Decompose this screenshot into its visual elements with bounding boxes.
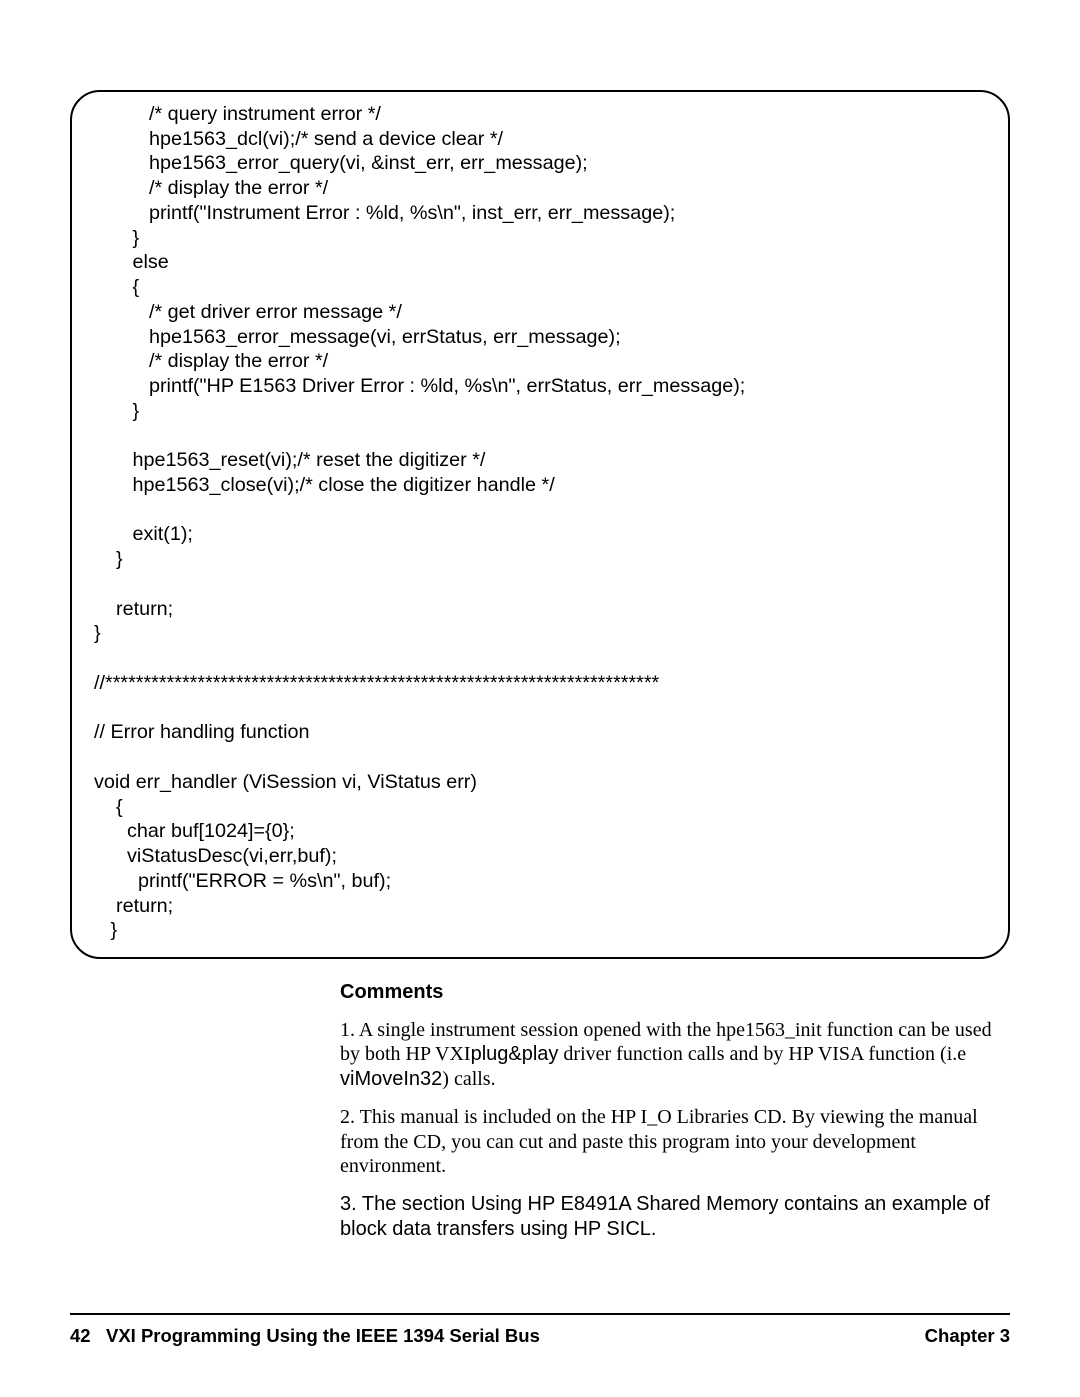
code-line: char buf[1024]={0}; <box>94 820 295 842</box>
comment-1-text-e: ) calls. <box>442 1068 495 1090</box>
code-line: hpe1563_error_query(vi, &inst_err, err_m… <box>94 152 588 174</box>
code-line: { <box>94 276 139 298</box>
code-line: } <box>94 548 123 570</box>
page-footer: 42 VXI Programming Using the IEEE 1394 S… <box>70 1313 1010 1347</box>
code-line: return; <box>94 598 173 620</box>
code-line: //**************************************… <box>94 672 659 694</box>
code-line: hpe1563_dcl(vi);/* send a device clear *… <box>94 128 503 150</box>
code-line: } <box>94 227 139 249</box>
code-line: /* display the error */ <box>94 350 328 372</box>
code-line: printf("ERROR = %s\n", buf); <box>94 870 391 892</box>
code-line: printf("Instrument Error : %ld, %s\n", i… <box>94 202 675 224</box>
code-line: void err_handler (ViSession vi, ViStatus… <box>94 771 477 793</box>
code-line: { <box>94 796 123 818</box>
comment-3: 3. The section Using HP E8491A Shared Me… <box>340 1192 1010 1241</box>
code-line: viStatusDesc(vi,err,buf); <box>94 845 337 867</box>
footer-left: 42 VXI Programming Using the IEEE 1394 S… <box>70 1325 540 1347</box>
code-line: printf("HP E1563 Driver Error : %ld, %s\… <box>94 375 745 397</box>
comments-heading: Comments <box>340 981 1010 1004</box>
comment-1-text-c: driver function calls and by HP VISA fun… <box>558 1043 966 1065</box>
code-line: /* get driver error message */ <box>94 301 402 323</box>
comments-section: Comments 1. A single instrument session … <box>340 981 1010 1241</box>
code-line: } <box>94 919 117 941</box>
comment-1: 1. A single instrument session opened wi… <box>340 1018 1010 1091</box>
comment-2: 2. This manual is included on the HP I_O… <box>340 1105 1010 1178</box>
footer-right: Chapter 3 <box>925 1325 1010 1347</box>
comment-1-plugplay: plug&play <box>471 1043 559 1065</box>
code-line: /* query instrument error */ <box>94 103 381 125</box>
comment-1-vimovein32: viMoveIn32 <box>340 1068 442 1090</box>
code-line: hpe1563_close(vi);/* close the digitizer… <box>94 474 555 496</box>
page-number: 42 <box>70 1325 91 1346</box>
code-listing-box: /* query instrument error */ hpe1563_dcl… <box>70 90 1010 959</box>
code-line: /* display the error */ <box>94 177 328 199</box>
code-line: exit(1); <box>94 523 193 545</box>
code-line: else <box>94 251 169 273</box>
code-line: // Error handling function <box>94 721 310 743</box>
code-line: } <box>94 622 101 644</box>
code-line: hpe1563_error_message(vi, errStatus, err… <box>94 326 621 348</box>
code-line: } <box>94 400 139 422</box>
code-line: return; <box>94 895 173 917</box>
document-page: /* query instrument error */ hpe1563_dcl… <box>0 0 1080 1397</box>
code-line: hpe1563_reset(vi);/* reset the digitizer… <box>94 449 485 471</box>
footer-title: VXI Programming Using the IEEE 1394 Seri… <box>106 1325 540 1346</box>
